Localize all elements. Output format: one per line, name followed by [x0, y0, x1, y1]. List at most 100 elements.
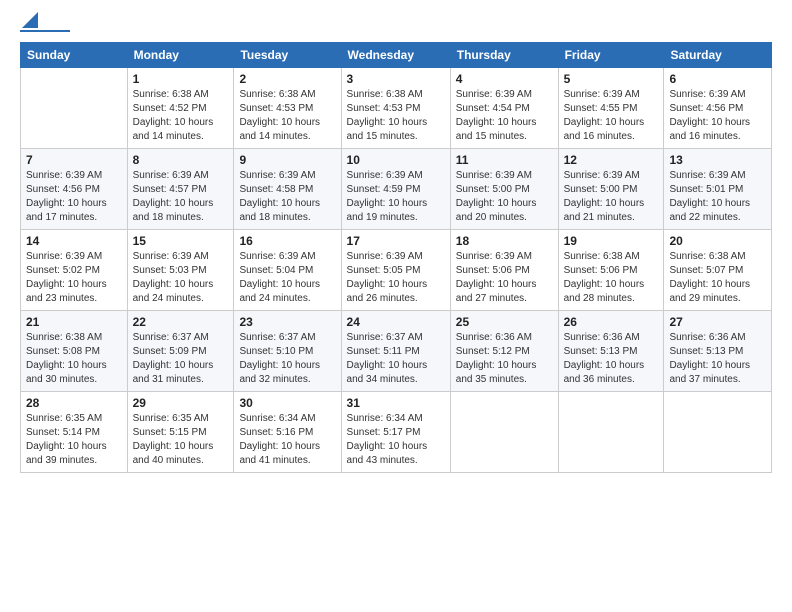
- day-number: 11: [456, 153, 553, 167]
- day-number: 20: [669, 234, 766, 248]
- day-info: Sunrise: 6:37 AM Sunset: 5:11 PM Dayligh…: [347, 331, 445, 387]
- day-number: 29: [133, 396, 229, 410]
- day-number: 9: [239, 153, 335, 167]
- day-number: 30: [239, 396, 335, 410]
- day-number: 13: [669, 153, 766, 167]
- calendar-cell: [450, 392, 558, 473]
- calendar-cell: 17Sunrise: 6:39 AM Sunset: 5:05 PM Dayli…: [341, 230, 450, 311]
- day-number: 25: [456, 315, 553, 329]
- calendar-cell: 9 Sunrise: 6:39 AM Sunset: 4:58 PM Daylig…: [234, 149, 341, 230]
- calendar-cell: 26 Sunrise: 6:36 AM Sunset: 5:13 PM Dayli…: [558, 311, 664, 392]
- day-header-saturday: Saturday: [664, 43, 772, 68]
- calendar-cell: 3 Sunrise: 6:38 AM Sunset: 4:53 PM Daylig…: [341, 68, 450, 149]
- day-number: 6: [669, 72, 766, 86]
- calendar-cell: 19 Sunrise: 6:38 AM Sunset: 5:06 PM Dayli…: [558, 230, 664, 311]
- day-info: Sunrise: 6:38 AM Sunset: 5:07 PM Dayligh…: [669, 250, 766, 306]
- calendar-week-row: 14Sunrise: 6:39 AM Sunset: 5:02 PM Dayli…: [21, 230, 772, 311]
- calendar-cell: 23 Sunrise: 6:37 AM Sunset: 5:10 PM Dayli…: [234, 311, 341, 392]
- calendar-cell: 1Sunrise: 6:38 AM Sunset: 4:52 PM Daylig…: [127, 68, 234, 149]
- calendar-table: SundayMondayTuesdayWednesdayThursdayFrid…: [20, 42, 772, 473]
- day-number: 22: [133, 315, 229, 329]
- day-info: Sunrise: 6:34 AM Sunset: 5:16 PM Dayligh…: [239, 412, 335, 468]
- day-number: 17: [347, 234, 445, 248]
- day-info: Sunrise: 6:36 AM Sunset: 5:12 PM Dayligh…: [456, 331, 553, 387]
- day-info: Sunrise: 6:37 AM Sunset: 5:09 PM Dayligh…: [133, 331, 229, 387]
- day-number: 2: [239, 72, 335, 86]
- day-info: Sunrise: 6:39 AM Sunset: 4:59 PM Dayligh…: [347, 169, 445, 225]
- calendar-cell: 13 Sunrise: 6:39 AM Sunset: 5:01 PM Dayli…: [664, 149, 772, 230]
- calendar-cell: 10 Sunrise: 6:39 AM Sunset: 4:59 PM Dayli…: [341, 149, 450, 230]
- day-number: 31: [347, 396, 445, 410]
- day-number: 16: [239, 234, 335, 248]
- calendar-page: SundayMondayTuesdayWednesdayThursdayFrid…: [0, 0, 792, 612]
- calendar-cell: 24 Sunrise: 6:37 AM Sunset: 5:11 PM Dayli…: [341, 311, 450, 392]
- day-number: 14: [26, 234, 122, 248]
- day-number: 23: [239, 315, 335, 329]
- day-info: Sunrise: 6:36 AM Sunset: 5:13 PM Dayligh…: [669, 331, 766, 387]
- day-info: Sunrise: 6:38 AM Sunset: 4:53 PM Dayligh…: [239, 88, 335, 144]
- day-info: Sunrise: 6:37 AM Sunset: 5:10 PM Dayligh…: [239, 331, 335, 387]
- day-info: Sunrise: 6:39 AM Sunset: 5:04 PM Dayligh…: [239, 250, 335, 306]
- day-header-monday: Monday: [127, 43, 234, 68]
- day-info: Sunrise: 6:39 AM Sunset: 4:58 PM Dayligh…: [239, 169, 335, 225]
- day-info: Sunrise: 6:39 AM Sunset: 4:54 PM Dayligh…: [456, 88, 553, 144]
- day-number: 1: [133, 72, 229, 86]
- calendar-week-row: 21 Sunrise: 6:38 AM Sunset: 5:08 PM Dayli…: [21, 311, 772, 392]
- day-number: 18: [456, 234, 553, 248]
- day-info: Sunrise: 6:35 AM Sunset: 5:14 PM Dayligh…: [26, 412, 122, 468]
- calendar-cell: 4 Sunrise: 6:39 AM Sunset: 4:54 PM Daylig…: [450, 68, 558, 149]
- day-info: Sunrise: 6:39 AM Sunset: 4:57 PM Dayligh…: [133, 169, 229, 225]
- calendar-header-row: SundayMondayTuesdayWednesdayThursdayFrid…: [21, 43, 772, 68]
- calendar-week-row: 1Sunrise: 6:38 AM Sunset: 4:52 PM Daylig…: [21, 68, 772, 149]
- calendar-week-row: 7Sunrise: 6:39 AM Sunset: 4:56 PM Daylig…: [21, 149, 772, 230]
- calendar-cell: 25 Sunrise: 6:36 AM Sunset: 5:12 PM Dayli…: [450, 311, 558, 392]
- logo-underline: [20, 30, 70, 32]
- day-header-thursday: Thursday: [450, 43, 558, 68]
- day-number: 26: [564, 315, 659, 329]
- day-number: 7: [26, 153, 122, 167]
- calendar-cell: [21, 68, 128, 149]
- calendar-cell: 2 Sunrise: 6:38 AM Sunset: 4:53 PM Daylig…: [234, 68, 341, 149]
- calendar-cell: 18 Sunrise: 6:39 AM Sunset: 5:06 PM Dayli…: [450, 230, 558, 311]
- day-number: 4: [456, 72, 553, 86]
- day-info: Sunrise: 6:39 AM Sunset: 4:55 PM Dayligh…: [564, 88, 659, 144]
- day-info: Sunrise: 6:36 AM Sunset: 5:13 PM Dayligh…: [564, 331, 659, 387]
- calendar-cell: 11Sunrise: 6:39 AM Sunset: 5:00 PM Dayli…: [450, 149, 558, 230]
- day-info: Sunrise: 6:39 AM Sunset: 5:06 PM Dayligh…: [456, 250, 553, 306]
- day-number: 28: [26, 396, 122, 410]
- calendar-week-row: 28 Sunrise: 6:35 AM Sunset: 5:14 PM Dayli…: [21, 392, 772, 473]
- day-header-wednesday: Wednesday: [341, 43, 450, 68]
- day-info: Sunrise: 6:35 AM Sunset: 5:15 PM Dayligh…: [133, 412, 229, 468]
- day-number: 12: [564, 153, 659, 167]
- calendar-cell: 6 Sunrise: 6:39 AM Sunset: 4:56 PM Daylig…: [664, 68, 772, 149]
- day-header-friday: Friday: [558, 43, 664, 68]
- day-info: Sunrise: 6:38 AM Sunset: 4:53 PM Dayligh…: [347, 88, 445, 144]
- day-number: 24: [347, 315, 445, 329]
- day-number: 5: [564, 72, 659, 86]
- calendar-cell: 7Sunrise: 6:39 AM Sunset: 4:56 PM Daylig…: [21, 149, 128, 230]
- day-number: 19: [564, 234, 659, 248]
- day-header-sunday: Sunday: [21, 43, 128, 68]
- day-number: 8: [133, 153, 229, 167]
- day-number: 27: [669, 315, 766, 329]
- calendar-cell: [664, 392, 772, 473]
- day-number: 10: [347, 153, 445, 167]
- day-info: Sunrise: 6:39 AM Sunset: 5:01 PM Dayligh…: [669, 169, 766, 225]
- day-info: Sunrise: 6:39 AM Sunset: 4:56 PM Dayligh…: [669, 88, 766, 144]
- calendar-cell: 16 Sunrise: 6:39 AM Sunset: 5:04 PM Dayli…: [234, 230, 341, 311]
- calendar-cell: 27 Sunrise: 6:36 AM Sunset: 5:13 PM Dayli…: [664, 311, 772, 392]
- day-number: 21: [26, 315, 122, 329]
- calendar-cell: 20 Sunrise: 6:38 AM Sunset: 5:07 PM Dayli…: [664, 230, 772, 311]
- day-number: 15: [133, 234, 229, 248]
- calendar-cell: 5 Sunrise: 6:39 AM Sunset: 4:55 PM Daylig…: [558, 68, 664, 149]
- calendar-cell: 14Sunrise: 6:39 AM Sunset: 5:02 PM Dayli…: [21, 230, 128, 311]
- logo-icon: [22, 12, 38, 28]
- day-info: Sunrise: 6:38 AM Sunset: 5:06 PM Dayligh…: [564, 250, 659, 306]
- day-info: Sunrise: 6:38 AM Sunset: 5:08 PM Dayligh…: [26, 331, 122, 387]
- calendar-cell: 12Sunrise: 6:39 AM Sunset: 5:00 PM Dayli…: [558, 149, 664, 230]
- day-info: Sunrise: 6:39 AM Sunset: 5:03 PM Dayligh…: [133, 250, 229, 306]
- calendar-cell: 22 Sunrise: 6:37 AM Sunset: 5:09 PM Dayli…: [127, 311, 234, 392]
- day-info: Sunrise: 6:34 AM Sunset: 5:17 PM Dayligh…: [347, 412, 445, 468]
- day-number: 3: [347, 72, 445, 86]
- calendar-cell: 28 Sunrise: 6:35 AM Sunset: 5:14 PM Dayli…: [21, 392, 128, 473]
